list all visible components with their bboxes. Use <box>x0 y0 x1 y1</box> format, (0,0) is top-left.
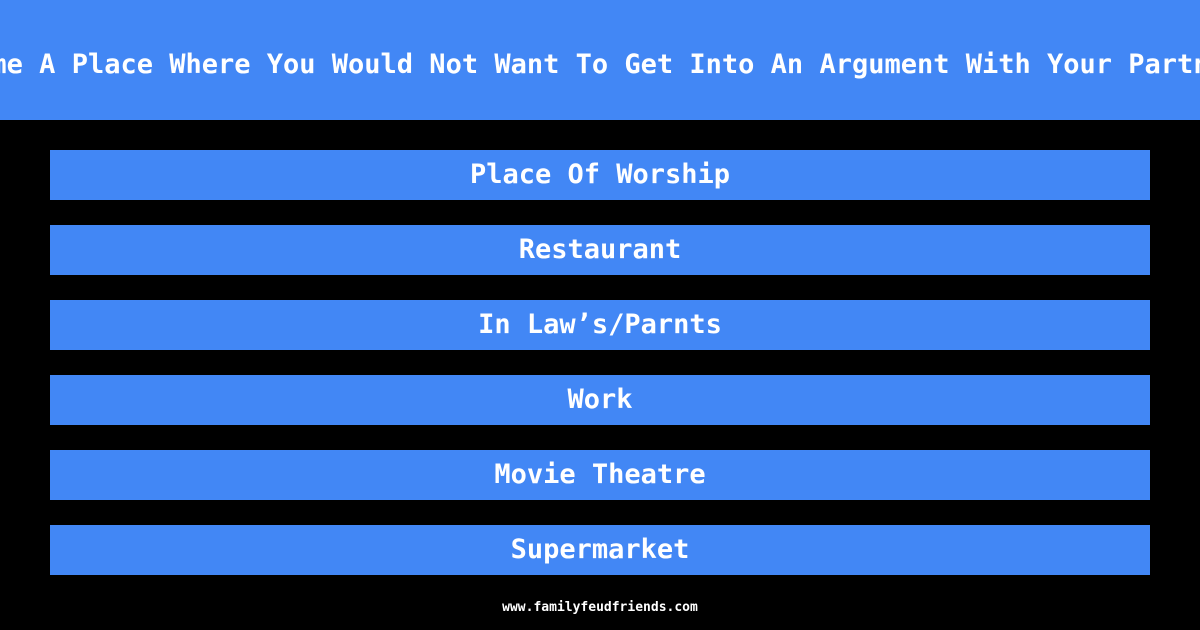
answer-bar: Supermarket <box>50 525 1150 575</box>
site-url: www.familyfeudfriends.com <box>502 600 698 615</box>
question-title: Name A Place Where You Would Not Want To… <box>0 49 1200 80</box>
answer-label: In Law’s/Parnts <box>478 309 722 340</box>
answer-label: Place Of Worship <box>469 159 731 190</box>
question-header: Name A Place Where You Would Not Want To… <box>0 0 1200 120</box>
answer-label: Restaurant <box>518 234 682 265</box>
answer-bar: Work <box>50 375 1150 425</box>
answer-label: Work <box>567 384 633 415</box>
answer-bar: Place Of Worship <box>50 150 1150 200</box>
answer-label: Supermarket <box>510 534 690 565</box>
answer-bar: In Law’s/Parnts <box>50 300 1150 350</box>
answer-list: Place Of Worship Restaurant In Law’s/Par… <box>50 150 1150 600</box>
answer-bar: Movie Theatre <box>50 450 1150 500</box>
answer-bar: Restaurant <box>50 225 1150 275</box>
answer-label: Movie Theatre <box>494 459 706 490</box>
